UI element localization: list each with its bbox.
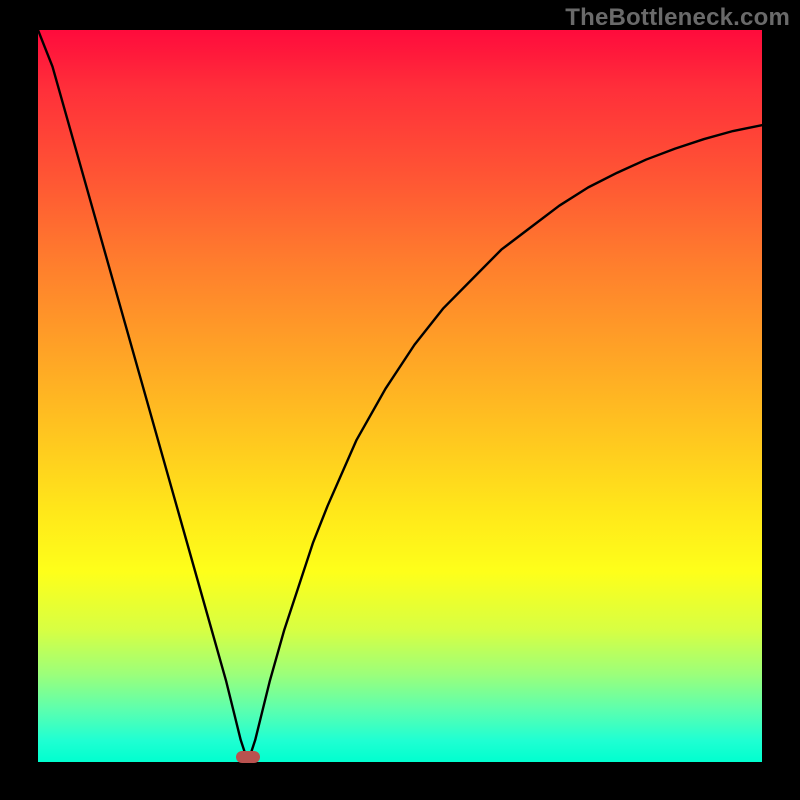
chart-frame: TheBottleneck.com — [0, 0, 800, 800]
optimal-point-marker — [236, 751, 260, 763]
plot-area — [38, 30, 762, 762]
watermark-text: TheBottleneck.com — [565, 4, 790, 32]
bottleneck-curve — [38, 30, 762, 762]
